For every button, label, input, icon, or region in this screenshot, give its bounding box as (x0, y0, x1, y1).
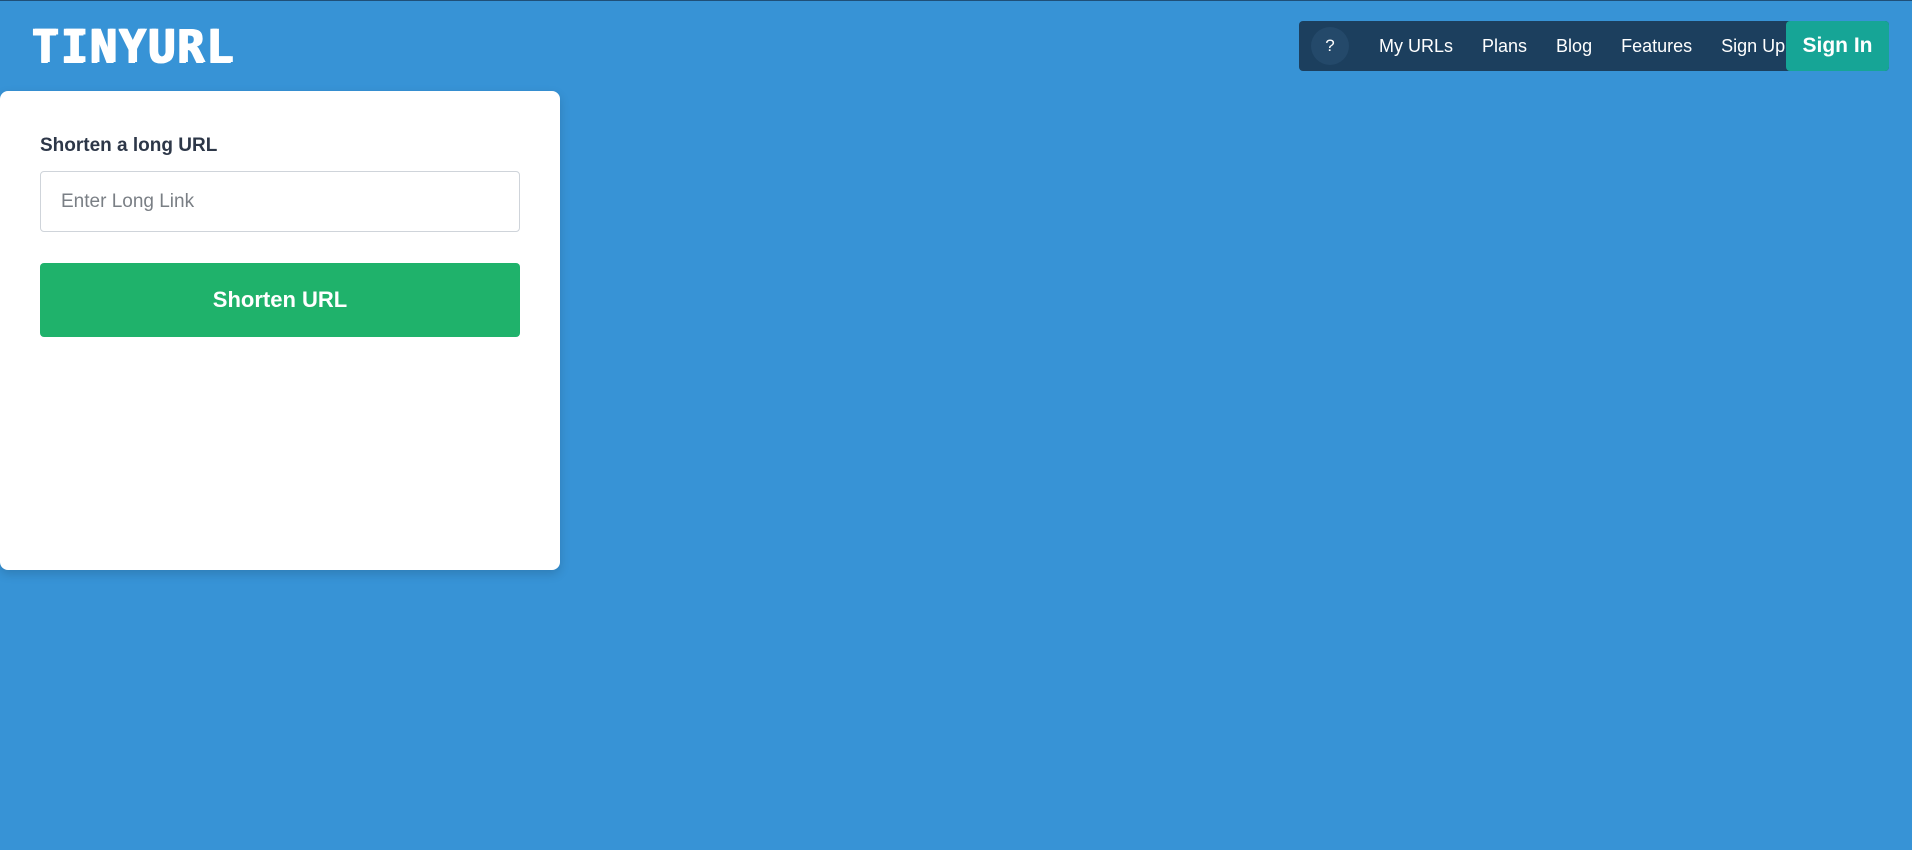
nav-link-blog[interactable]: Blog (1556, 36, 1592, 57)
tinyurl-logo[interactable]: TINYURL (31, 24, 235, 70)
nav-link-features[interactable]: Features (1621, 36, 1692, 57)
shorten-url-button[interactable]: Shorten URL (40, 263, 520, 337)
nav-link-my-urls[interactable]: My URLs (1379, 36, 1453, 57)
shorten-url-label: Shorten a long URL (40, 135, 218, 156)
nav-link-plans[interactable]: Plans (1482, 36, 1527, 57)
nav-link-sign-up[interactable]: Sign Up (1721, 36, 1785, 57)
sign-in-button[interactable]: Sign In (1786, 21, 1889, 71)
long-url-input[interactable] (40, 171, 520, 232)
top-navigation: ? My URLs Plans Blog Features Sign Up Si… (1299, 21, 1889, 71)
shorten-url-card: Shorten a long URL Shorten URL (0, 91, 560, 570)
top-border (0, 0, 1912, 1)
help-button[interactable]: ? (1311, 27, 1349, 65)
